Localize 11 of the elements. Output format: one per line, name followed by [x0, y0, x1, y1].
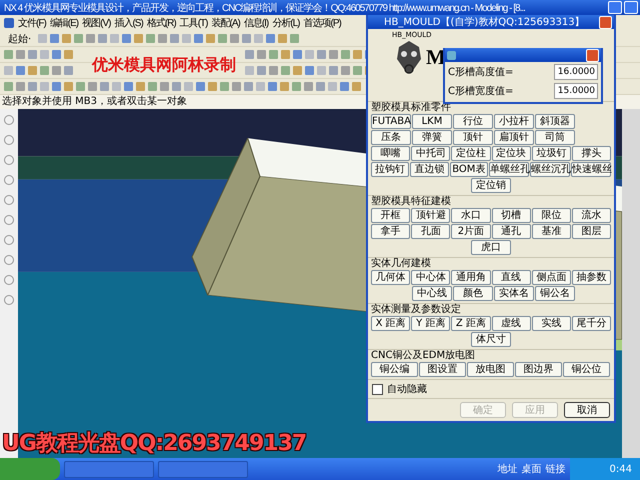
- section-title: CNC铜公及EDM放电图: [371, 350, 476, 362]
- section-title: 实体几何建模: [371, 258, 432, 270]
- field-label: C形槽宽度值=: [448, 84, 514, 98]
- field-label: C形槽高度值=: [448, 66, 514, 78]
- section-title: 塑胶模具特征建模: [371, 196, 452, 208]
- window-title: NX 4 优米模具网专业模具设计，产品开发，逆向工程，CNC编程培训，保证学会！QQ:460570779 http://www.umwang.cn - Modeling - [8...: [4, 2, 526, 14]
- clock: 0:44: [610, 464, 632, 474]
- dialog-title: HB_MOULD【(自学)教材QQ:125693313】: [384, 16, 586, 30]
- checkbox-label: 自动隐藏: [387, 382, 427, 396]
- section-title: 实体测量及参数设定: [371, 304, 462, 316]
- overlay-caption: 优米模具网阿林录制: [92, 55, 236, 76]
